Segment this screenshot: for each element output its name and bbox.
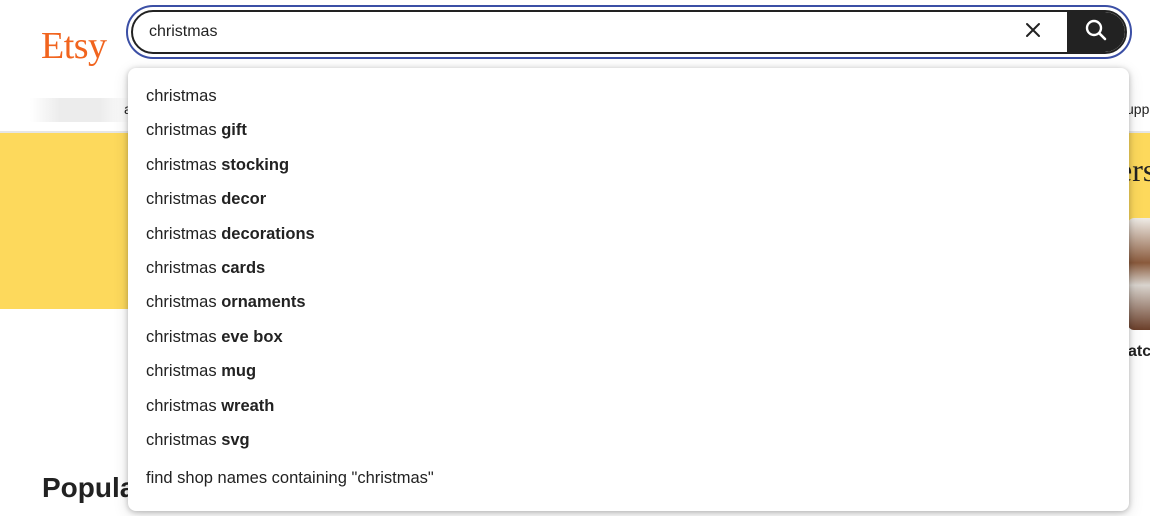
popular-heading: Popula xyxy=(42,472,136,503)
suggestion-item[interactable]: christmas stocking xyxy=(128,148,1129,182)
suggestion-query-text: christmas xyxy=(146,121,222,140)
suggestion-completion-text: mug xyxy=(221,362,257,381)
nav-category-link[interactable]: uppl xyxy=(1126,101,1150,117)
suggestion-completion-text: decorations xyxy=(221,224,315,243)
suggestion-query-text: christmas xyxy=(146,362,222,381)
suggestion-query-text: christmas xyxy=(146,190,222,209)
suggestion-completion-text: decor xyxy=(221,190,267,209)
suggestion-query-text: christmas xyxy=(146,87,217,105)
search-input[interactable] xyxy=(149,12,1009,52)
suggestion-completion-text: stocking xyxy=(221,155,290,174)
suggestion-completion-text: wreath xyxy=(221,396,275,415)
product-image[interactable] xyxy=(1128,218,1150,330)
suggestion-completion-text: gift xyxy=(221,121,247,140)
suggestion-item[interactable]: christmas decorations xyxy=(128,217,1129,251)
nav-placeholder xyxy=(30,98,130,122)
search-field-container xyxy=(131,10,1127,54)
product-card-label[interactable]: atch xyxy=(1128,343,1150,361)
suggestion-item[interactable]: christmas ornaments xyxy=(128,285,1129,319)
clear-search-button[interactable] xyxy=(1013,12,1053,52)
search-suggestions-dropdown: christmas christmas gift christmas stockin… xyxy=(128,68,1129,511)
suggestion-item[interactable]: christmas mug xyxy=(128,354,1129,388)
suggestion-item[interactable]: christmas cards xyxy=(128,251,1129,285)
suggestion-completion-text: svg xyxy=(221,430,250,449)
search-icon xyxy=(1085,19,1107,46)
suggestion-item[interactable]: christmas xyxy=(128,79,1129,113)
suggestion-item[interactable]: christmas eve box xyxy=(128,320,1129,354)
suggestion-completion-text: eve box xyxy=(221,327,283,346)
suggestion-query-text: christmas xyxy=(146,258,222,277)
suggestion-query-text: christmas xyxy=(146,155,222,174)
suggestion-item[interactable]: christmas decor xyxy=(128,182,1129,216)
suggestion-query-text: christmas xyxy=(146,327,222,346)
suggestion-query-text: christmas xyxy=(146,224,222,243)
suggestion-query-text: christmas xyxy=(146,396,222,415)
suggestion-completion-text: cards xyxy=(221,258,266,277)
suggestion-list: christmas christmas gift christmas stockin… xyxy=(128,68,1129,457)
suggestion-item[interactable]: christmas svg xyxy=(128,423,1129,457)
suggestion-query-text: christmas xyxy=(146,293,222,312)
suggestion-item[interactable]: christmas gift xyxy=(128,113,1129,147)
suggestion-item[interactable]: christmas wreath xyxy=(128,389,1129,423)
etsy-logo[interactable]: Etsy xyxy=(41,24,107,68)
suggestion-query-text: christmas xyxy=(146,430,222,449)
suggestion-completion-text: ornaments xyxy=(221,293,306,312)
search-bar xyxy=(126,5,1132,59)
find-shop-names-option[interactable]: find shop names containing "christmas" xyxy=(146,469,434,488)
close-icon xyxy=(1025,22,1041,43)
search-submit-button[interactable] xyxy=(1067,12,1125,52)
